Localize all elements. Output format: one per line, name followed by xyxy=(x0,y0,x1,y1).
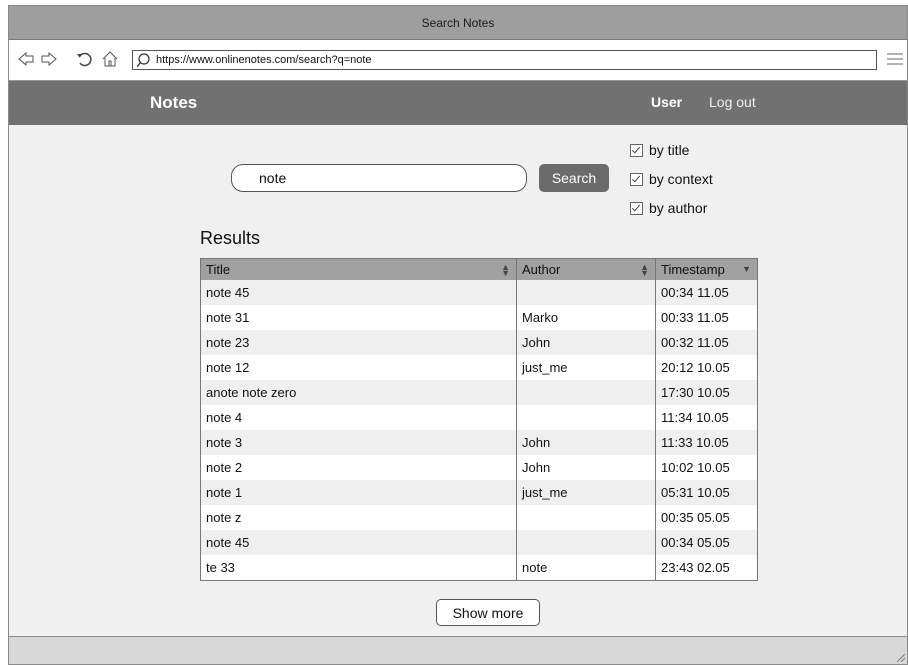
filter-label: by title xyxy=(649,142,690,158)
cell-title: note 1 xyxy=(200,480,517,505)
back-icon[interactable] xyxy=(17,50,35,68)
logout-link[interactable]: Log out xyxy=(709,94,756,110)
cell-timestamp: 11:33 10.05 xyxy=(655,430,758,455)
cell-title: note 23 xyxy=(200,330,517,355)
cell-author xyxy=(516,380,656,405)
cell-title: note 4 xyxy=(200,405,517,430)
column-header-timestamp[interactable]: Timestamp ▼ xyxy=(655,258,758,280)
cell-timestamp: 00:33 11.05 xyxy=(655,305,758,330)
table-row[interactable]: note 31 Marko 00:33 11.05 xyxy=(200,305,758,330)
cell-author: John xyxy=(516,455,656,480)
results-heading: Results xyxy=(200,228,261,248)
browser-toolbar xyxy=(9,40,907,81)
cell-title: note 3 xyxy=(200,430,517,455)
cell-timestamp: 20:12 10.05 xyxy=(655,355,758,380)
table-row[interactable]: note 2 John 10:02 10.05 xyxy=(200,455,758,480)
checkbox-icon[interactable] xyxy=(630,201,643,215)
cell-title: note 45 xyxy=(200,530,517,555)
cell-author xyxy=(516,505,656,530)
table-row[interactable]: note 1 just_me 05:31 10.05 xyxy=(200,480,758,505)
window-title: Search Notes xyxy=(421,15,495,30)
forward-icon[interactable] xyxy=(40,50,58,68)
menu-icon[interactable] xyxy=(887,52,903,66)
cell-timestamp: 10:02 10.05 xyxy=(655,455,758,480)
sort-icon[interactable]: ▲ ▼ xyxy=(501,263,510,278)
cell-timestamp: 00:35 05.05 xyxy=(655,505,758,530)
cell-title: note 31 xyxy=(200,305,517,330)
search-icon xyxy=(137,53,150,68)
table-row[interactable]: te 33 note 23:43 02.05 xyxy=(200,555,758,581)
table-row[interactable]: note 12 just_me 20:12 10.05 xyxy=(200,355,758,380)
url-input[interactable] xyxy=(156,54,856,66)
cell-author: note xyxy=(516,555,656,581)
cell-title: te 33 xyxy=(200,555,517,581)
sort-icon[interactable]: ▲ ▼ xyxy=(640,263,649,278)
filter-by-context[interactable]: by context xyxy=(630,171,713,187)
search-input[interactable] xyxy=(231,164,527,192)
filter-label: by context xyxy=(649,171,713,187)
sort-desc-icon[interactable]: ▼ xyxy=(742,265,751,274)
cell-author xyxy=(516,280,656,305)
table-row[interactable]: note 45 00:34 05.05 xyxy=(200,530,758,555)
filter-by-title[interactable]: by title xyxy=(630,142,689,158)
cell-timestamp: 00:32 11.05 xyxy=(655,330,758,355)
table-row[interactable]: note 4 11:34 10.05 xyxy=(200,405,758,430)
browser-window: Search Notes Notes User Log out Search b… xyxy=(8,5,908,665)
cell-timestamp: 05:31 10.05 xyxy=(655,480,758,505)
cell-author: John xyxy=(516,430,656,455)
brand-logo[interactable]: Notes xyxy=(150,93,197,113)
cell-author: Marko xyxy=(516,305,656,330)
table-row[interactable]: note z 00:35 05.05 xyxy=(200,505,758,530)
window-titlebar: Search Notes xyxy=(9,6,907,40)
table-row[interactable]: note 45 00:34 11.05 xyxy=(200,280,758,305)
checkbox-icon[interactable] xyxy=(630,143,643,157)
search-button[interactable]: Search xyxy=(539,164,609,192)
table-row[interactable]: note 23 John 00:32 11.05 xyxy=(200,330,758,355)
cell-timestamp: 00:34 11.05 xyxy=(655,280,758,305)
user-link[interactable]: User xyxy=(651,94,682,110)
filter-by-author[interactable]: by author xyxy=(630,200,707,216)
cell-author: just_me xyxy=(516,480,656,505)
resize-grip-icon[interactable] xyxy=(895,652,905,662)
show-more-button[interactable]: Show more xyxy=(436,599,540,626)
address-bar xyxy=(132,50,877,70)
cell-author: John xyxy=(516,330,656,355)
app-header: Notes User Log out xyxy=(9,81,907,125)
results-body: note 45 00:34 11.05 note 31 Marko 00:33 11.0… xyxy=(200,280,758,581)
cell-timestamp: 17:30 10.05 xyxy=(655,380,758,405)
cell-title: note 12 xyxy=(200,355,517,380)
status-bar xyxy=(9,636,907,664)
cell-timestamp: 00:34 05.05 xyxy=(655,530,758,555)
cell-title: anote note zero xyxy=(200,380,517,405)
cell-timestamp: 11:34 10.05 xyxy=(655,405,758,430)
results-table: Title ▲ ▼ Author ▲ ▼ Timestamp ▼ note 45 00… xyxy=(200,258,758,581)
checkbox-icon[interactable] xyxy=(630,172,643,186)
filter-label: by author xyxy=(649,200,708,216)
table-row[interactable]: anote note zero 17:30 10.05 xyxy=(200,380,758,405)
column-header-author[interactable]: Author ▲ ▼ xyxy=(516,258,656,280)
cell-title: note z xyxy=(200,505,517,530)
table-row[interactable]: note 3 John 11:33 10.05 xyxy=(200,430,758,455)
cell-author xyxy=(516,405,656,430)
home-icon[interactable] xyxy=(101,50,119,68)
cell-timestamp: 23:43 02.05 xyxy=(655,555,758,581)
column-header-title[interactable]: Title ▲ ▼ xyxy=(200,258,517,280)
cell-title: note 2 xyxy=(200,455,517,480)
cell-title: note 45 xyxy=(200,280,517,305)
cell-author xyxy=(516,530,656,555)
reload-icon[interactable] xyxy=(75,50,93,68)
cell-author: just_me xyxy=(516,355,656,380)
